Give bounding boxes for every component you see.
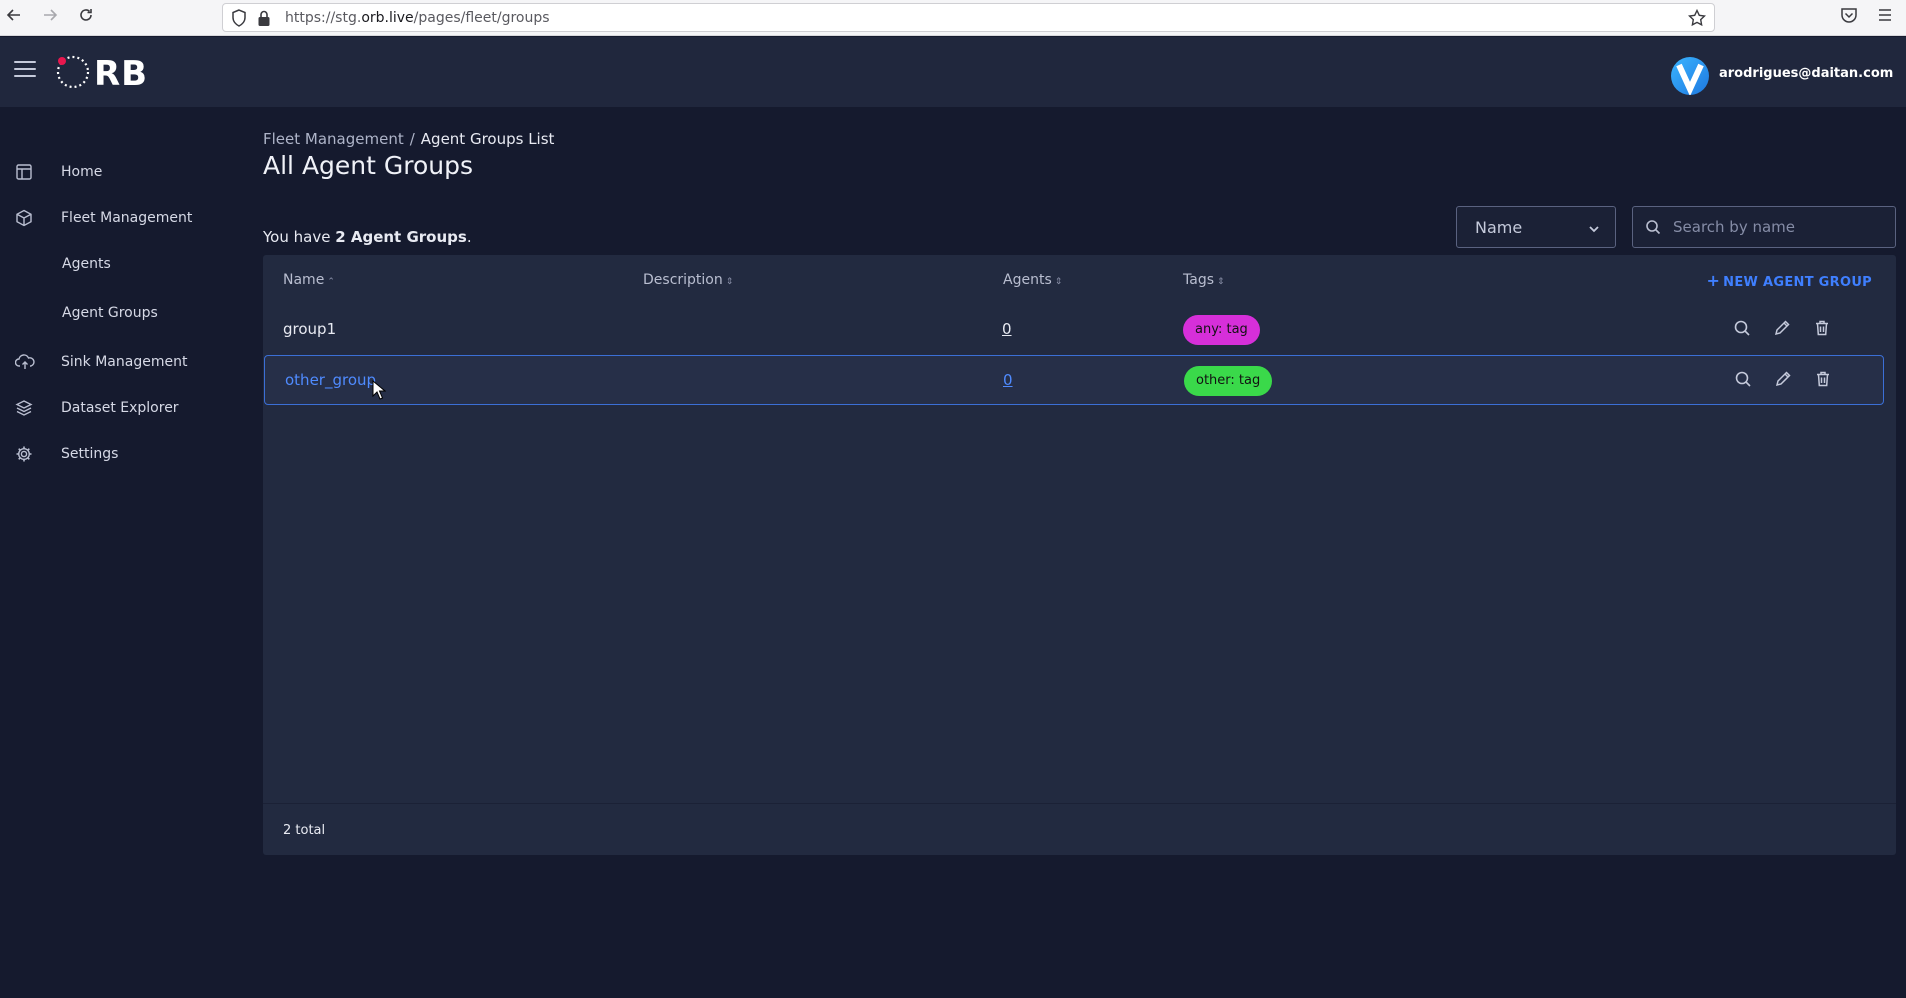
sort-icon: ⇕ (725, 277, 734, 287)
sidebar-item-home[interactable]: Home (0, 152, 244, 192)
layers-icon (15, 399, 33, 417)
sidebar-item-sink-management[interactable]: Sink Management (0, 342, 244, 382)
total-count: 2 total (283, 823, 326, 838)
group-name-link[interactable]: other_group (285, 371, 376, 389)
sort-asc-icon: ⌃ (327, 277, 335, 287)
browser-toolbar: https://stg.orb.live/pages/fleet/groups (0, 0, 1906, 36)
cube-icon (15, 209, 33, 227)
lock-icon (257, 9, 271, 31)
sidebar-toggle-icon[interactable] (14, 61, 36, 79)
column-header-agents[interactable]: Agents ⇕ (1003, 272, 1062, 288)
reload-icon[interactable] (74, 6, 98, 30)
sidebar-item-label: Agents (62, 256, 111, 272)
app-header: RB arodrigues@daitan.com (0, 37, 1906, 107)
filter-field-select[interactable]: Name (1456, 206, 1616, 248)
breadcrumb-separator: / (409, 130, 415, 148)
column-header-name[interactable]: Name ⌃ (283, 272, 335, 288)
pocket-icon[interactable] (1840, 6, 1858, 28)
group-name[interactable]: group1 (283, 320, 336, 338)
sidebar-item-settings[interactable]: Settings (0, 434, 244, 474)
page-title: All Agent Groups (263, 151, 474, 180)
agents-count-link[interactable]: 0 (1002, 320, 1012, 338)
view-icon[interactable] (1733, 319, 1753, 339)
table-footer: 2 total (263, 803, 1896, 855)
sidebar-item-agents[interactable]: Agents (0, 244, 244, 284)
delete-icon[interactable] (1814, 370, 1834, 390)
user-email[interactable]: arodrigues@daitan.com (1719, 66, 1893, 81)
plus-icon: + (1706, 271, 1721, 290)
sidebar-item-dataset-explorer[interactable]: Dataset Explorer (0, 388, 244, 428)
agents-count-link[interactable]: 0 (1003, 371, 1013, 389)
delete-icon[interactable] (1813, 319, 1833, 339)
shield-icon (231, 9, 247, 31)
url-text: https://stg.orb.live/pages/fleet/groups (285, 10, 550, 26)
cloud-upload-icon (14, 353, 35, 371)
tag-chip: any: tag (1183, 315, 1260, 345)
new-agent-group-button[interactable]: + NEW AGENT GROUP (1706, 271, 1872, 290)
orb-logo[interactable]: RB (54, 53, 154, 94)
sidebar-item-label: Dataset Explorer (61, 400, 179, 416)
sidebar-item-label: Fleet Management (61, 210, 193, 226)
layout-icon (15, 163, 33, 181)
search-box (1632, 206, 1896, 248)
sidebar-item-label: Settings (61, 446, 119, 462)
sort-icon: ⇕ (1054, 277, 1063, 287)
table-row-selected[interactable]: other_group 0 other: tag (264, 355, 1884, 405)
forward-icon[interactable] (38, 6, 62, 30)
breadcrumb-current: Agent Groups List (420, 130, 555, 148)
chevron-down-icon (1587, 221, 1601, 240)
tag-chip: other: tag (1184, 366, 1273, 396)
group-count-text: You have 2 Agent Groups. (263, 228, 472, 246)
back-icon[interactable] (2, 6, 26, 30)
filter-field-value: Name (1475, 218, 1523, 237)
edit-icon[interactable] (1773, 319, 1793, 339)
logo-text: RB (94, 54, 149, 94)
search-icon (1645, 219, 1661, 239)
column-header-tags[interactable]: Tags ⇕ (1183, 272, 1225, 288)
sidebar: Home Fleet Management Agents Agent Group… (0, 107, 244, 998)
sidebar-item-fleet-management[interactable]: Fleet Management (0, 198, 244, 238)
bookmark-star-icon[interactable] (1687, 8, 1707, 31)
sidebar-item-label: Sink Management (61, 354, 188, 370)
edit-icon[interactable] (1774, 370, 1794, 390)
table-row[interactable]: group1 0 any: tag (263, 305, 1896, 355)
sidebar-item-agent-groups[interactable]: Agent Groups (0, 293, 244, 333)
avatar[interactable] (1671, 57, 1709, 95)
search-input[interactable] (1673, 215, 1888, 239)
agent-groups-table: Name ⌃ Description ⇕ Agents ⇕ Tags ⇕ + NEW AG… (263, 255, 1896, 855)
address-bar[interactable]: https://stg.orb.live/pages/fleet/groups (222, 3, 1715, 32)
sort-icon: ⇕ (1217, 277, 1225, 287)
sidebar-item-label: Agent Groups (62, 305, 158, 321)
breadcrumb: Fleet Management / Agent Groups List (263, 130, 554, 148)
browser-menu-icon[interactable] (1876, 6, 1894, 28)
column-header-description[interactable]: Description ⇕ (643, 272, 733, 288)
sidebar-item-label: Home (61, 164, 103, 180)
gear-icon (15, 445, 33, 463)
breadcrumb-fleet-management[interactable]: Fleet Management (263, 130, 404, 148)
view-icon[interactable] (1734, 370, 1754, 390)
mouse-cursor-icon (372, 379, 387, 404)
